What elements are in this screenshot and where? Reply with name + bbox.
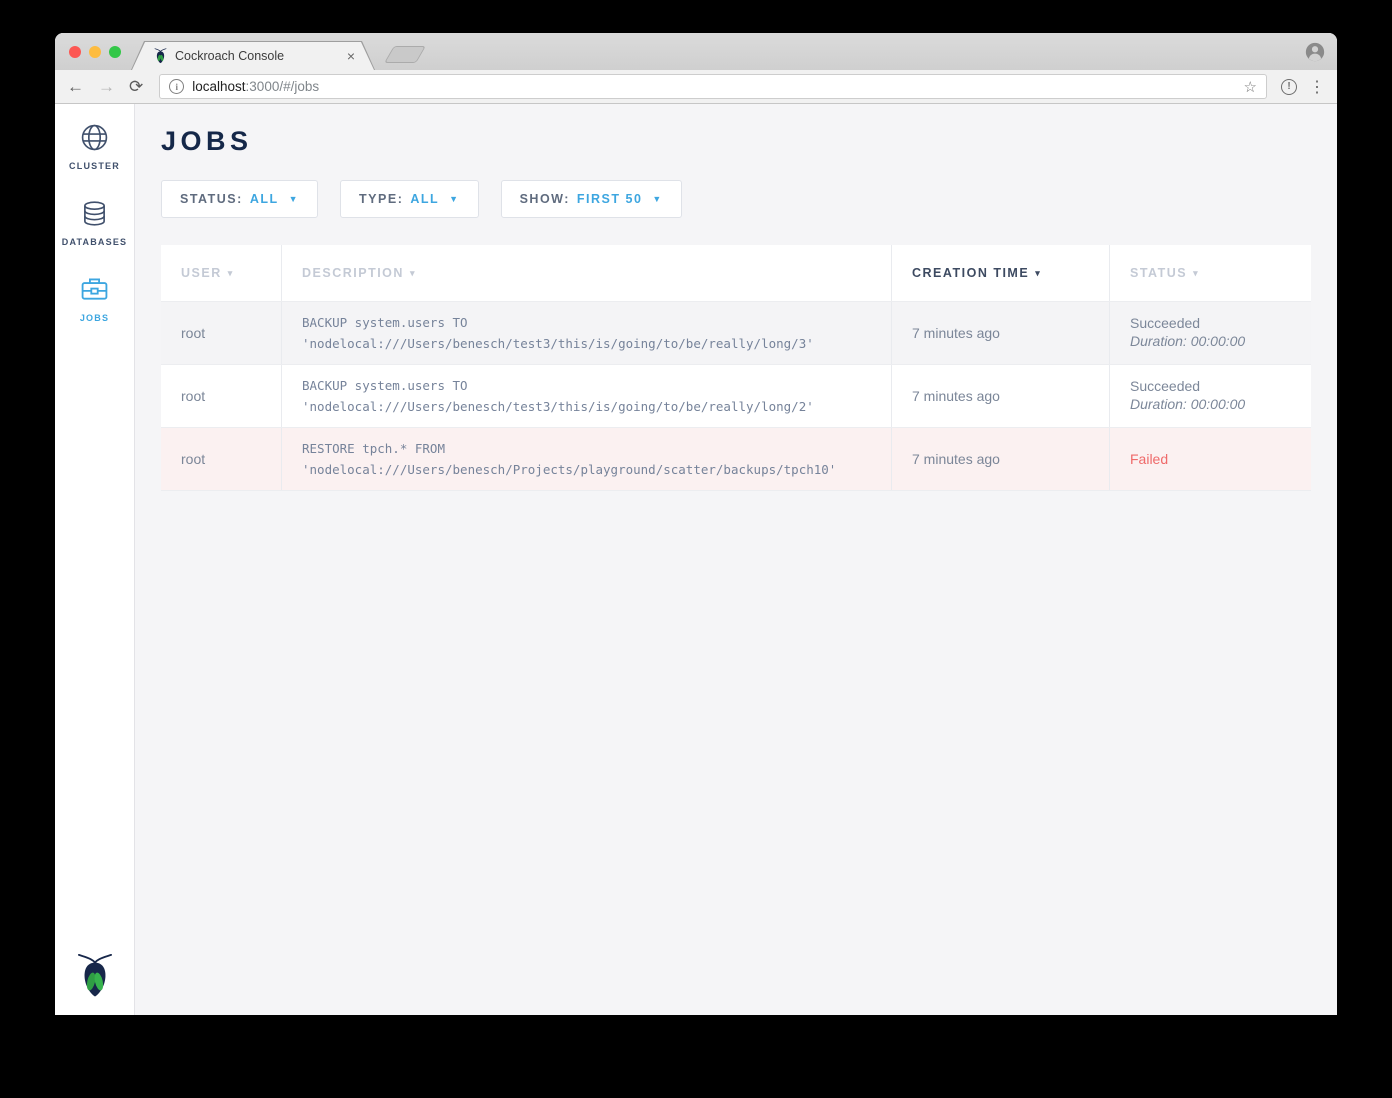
sort-arrow-icon: ▾ — [1193, 268, 1199, 279]
reload-button[interactable]: ⟳ — [129, 78, 143, 95]
status-badge: Succeeded — [1130, 315, 1311, 331]
cockroachdb-logo-icon — [74, 950, 116, 1004]
job-description: RESTORE tpch.* FROM 'nodelocal:///Users/… — [281, 428, 891, 490]
new-tab-button[interactable] — [384, 46, 426, 63]
minimize-window-button[interactable] — [89, 46, 101, 58]
sidebar-item-jobs[interactable]: JOBS — [78, 273, 111, 323]
column-header-creation-time[interactable]: CREATION TIME ▾ — [891, 245, 1109, 301]
description-line: BACKUP system.users TO — [302, 312, 891, 333]
address-bar[interactable]: i localhost:3000/#/jobs ☆ — [159, 74, 1267, 99]
extension-icon[interactable]: ! — [1281, 79, 1297, 95]
forward-button[interactable]: → — [98, 78, 115, 95]
job-user: root — [161, 428, 281, 490]
type-filter-label: TYPE: — [359, 192, 403, 206]
table-row: root BACKUP system.users TO 'nodelocal:/… — [161, 301, 1311, 364]
url-path: :3000/#/jobs — [246, 79, 320, 94]
type-filter-dropdown[interactable]: TYPE: ALL ▼ — [340, 180, 479, 218]
job-creation-time: 7 minutes ago — [891, 365, 1109, 427]
status-badge: Succeeded — [1130, 378, 1311, 394]
description-line: 'nodelocal:///Users/benesch/Projects/pla… — [302, 459, 891, 480]
bookmark-star-icon[interactable]: ☆ — [1244, 78, 1257, 96]
column-header-label: USER — [181, 266, 222, 280]
tab-title: Cockroach Console — [175, 49, 340, 63]
browser-window: Cockroach Console × ← → ⟳ i localhost:30… — [55, 33, 1337, 1015]
show-filter-dropdown[interactable]: SHOW: FIRST 50 ▼ — [501, 180, 682, 218]
tab-strip: Cockroach Console × — [55, 33, 1337, 70]
description-line: RESTORE tpch.* FROM — [302, 438, 891, 459]
column-header-label: DESCRIPTION — [302, 266, 404, 280]
sidebar-item-cluster[interactable]: CLUSTER — [69, 121, 120, 171]
show-filter-value: FIRST 50 — [577, 192, 643, 206]
column-header-status[interactable]: STATUS ▾ — [1109, 245, 1311, 301]
profile-avatar-icon[interactable] — [1304, 41, 1326, 63]
database-icon — [78, 197, 111, 230]
job-status: Succeeded Duration: 00:00:00 — [1109, 365, 1311, 427]
sidebar-label-jobs: JOBS — [80, 313, 109, 323]
sort-arrow-icon: ▾ — [410, 268, 416, 279]
table-row: root BACKUP system.users TO 'nodelocal:/… — [161, 364, 1311, 427]
window-controls — [69, 46, 121, 58]
status-badge: Failed — [1130, 451, 1311, 467]
sidebar-item-databases[interactable]: DATABASES — [62, 197, 127, 247]
status-duration: Duration: 00:00:00 — [1130, 394, 1311, 415]
jobs-table: USER ▾ DESCRIPTION ▾ CREATION TIME ▾ STA… — [161, 245, 1311, 491]
tab-close-icon[interactable]: × — [347, 49, 355, 63]
browser-tab[interactable]: Cockroach Console × — [131, 41, 375, 70]
job-description: BACKUP system.users TO 'nodelocal:///Use… — [281, 302, 891, 364]
zoom-window-button[interactable] — [109, 46, 121, 58]
filter-bar: STATUS: ALL ▼ TYPE: ALL ▼ SHOW: FIRST 50… — [161, 180, 1311, 218]
description-line: 'nodelocal:///Users/benesch/test3/this/i… — [302, 333, 891, 354]
column-header-label: CREATION TIME — [912, 266, 1029, 280]
globe-icon — [78, 121, 111, 154]
jobs-page: JOBS STATUS: ALL ▼ TYPE: ALL ▼ SHOW: FIR… — [135, 104, 1337, 1015]
description-line: 'nodelocal:///Users/benesch/test3/this/i… — [302, 396, 891, 417]
table-header-row: USER ▾ DESCRIPTION ▾ CREATION TIME ▾ STA… — [161, 245, 1311, 301]
sort-arrow-icon: ▾ — [228, 268, 234, 279]
column-header-description[interactable]: DESCRIPTION ▾ — [281, 245, 891, 301]
sidebar: CLUSTER DATABASES — [55, 104, 135, 1015]
status-filter-value: ALL — [250, 192, 279, 206]
status-duration: Duration: 00:00:00 — [1130, 331, 1311, 352]
sort-arrow-icon: ▾ — [1035, 268, 1041, 279]
url-host: localhost — [192, 79, 245, 94]
browser-toolbar: ← → ⟳ i localhost:3000/#/jobs ☆ ! ⋮ — [55, 70, 1337, 104]
show-filter-label: SHOW: — [520, 192, 570, 206]
page-title: JOBS — [161, 126, 1311, 157]
job-creation-time: 7 minutes ago — [891, 302, 1109, 364]
chevron-down-icon: ▼ — [449, 194, 459, 204]
job-description: BACKUP system.users TO 'nodelocal:///Use… — [281, 365, 891, 427]
browser-menu-icon[interactable]: ⋮ — [1309, 77, 1325, 97]
status-filter-label: STATUS: — [180, 192, 243, 206]
cockroach-favicon-icon — [153, 47, 168, 64]
type-filter-value: ALL — [410, 192, 439, 206]
column-header-label: STATUS — [1130, 266, 1187, 280]
description-line: BACKUP system.users TO — [302, 375, 891, 396]
job-status: Failed — [1109, 428, 1311, 490]
table-row: root RESTORE tpch.* FROM 'nodelocal:///U… — [161, 427, 1311, 490]
column-header-user[interactable]: USER ▾ — [161, 245, 281, 301]
sidebar-label-databases: DATABASES — [62, 237, 127, 247]
job-creation-time: 7 minutes ago — [891, 428, 1109, 490]
job-user: root — [161, 365, 281, 427]
chevron-down-icon: ▼ — [652, 194, 662, 204]
back-button[interactable]: ← — [67, 78, 84, 95]
site-info-icon[interactable]: i — [169, 79, 184, 94]
status-filter-dropdown[interactable]: STATUS: ALL ▼ — [161, 180, 318, 218]
close-window-button[interactable] — [69, 46, 81, 58]
briefcase-icon — [78, 273, 111, 306]
chevron-down-icon: ▼ — [289, 194, 299, 204]
job-status: Succeeded Duration: 00:00:00 — [1109, 302, 1311, 364]
sidebar-label-cluster: CLUSTER — [69, 161, 120, 171]
job-user: root — [161, 302, 281, 364]
